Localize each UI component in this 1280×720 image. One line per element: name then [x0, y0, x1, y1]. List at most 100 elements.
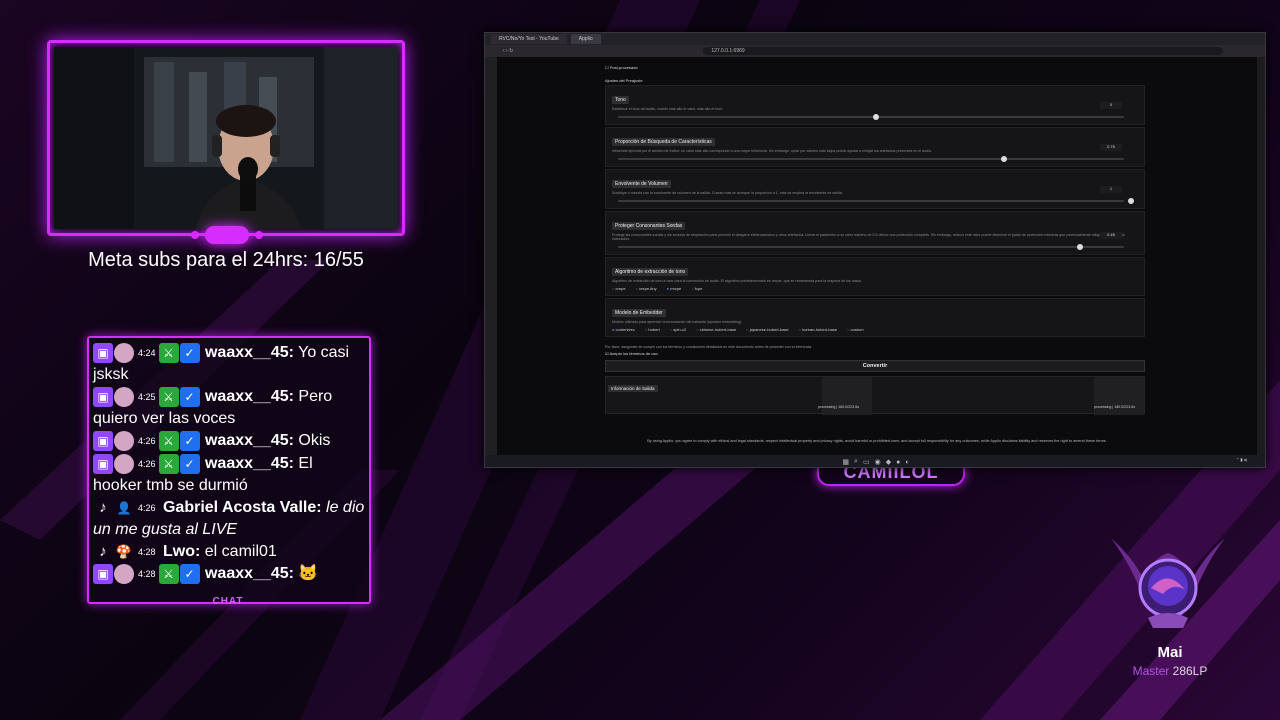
- setting-desc: Establece el tono del audio, cuanto más …: [612, 107, 724, 111]
- radio-hubert[interactable]: hubert: [645, 327, 659, 332]
- windows-taskbar: ▦ ⌕ ▭ ◉ ◆ ● ◐ ⌃ ▮ ◂): [485, 455, 1265, 467]
- mushroom-icon: 🍄: [115, 544, 133, 560]
- file-explorer-icon[interactable]: ▭: [863, 458, 870, 466]
- browser-icon[interactable]: ◉: [875, 458, 881, 466]
- rank-tier: Master 286LP: [1100, 664, 1240, 678]
- tab-bar: RVC/No/Yo Test - YouTube Applio: [485, 33, 1265, 45]
- embedder-card: Modelo de Embedder Modelo utilizado para…: [605, 298, 1145, 337]
- avatar: [114, 564, 134, 585]
- preset-label: Ajustes del Preajuste: [605, 78, 643, 83]
- slider-thumb[interactable]: [1077, 244, 1083, 250]
- player-name: Mai: [1157, 644, 1183, 661]
- terms-text: Por favor, asegúrate de cumplir con los …: [605, 345, 813, 349]
- setting-value[interactable]: 0: [1100, 102, 1122, 109]
- message-time: 4:26: [138, 502, 156, 513]
- radio-fcpe[interactable]: fcpe: [691, 286, 703, 291]
- setting-card: Proteger Consonantes Sordas Protege las c…: [605, 211, 1145, 255]
- pitch-algo-card: Algoritmo de extracción de tono Algoritm…: [605, 257, 1145, 296]
- tab-applio[interactable]: Applio: [570, 34, 601, 44]
- spotify-icon[interactable]: ●: [896, 459, 900, 466]
- league-points: 286LP: [1172, 664, 1208, 678]
- setting-value[interactable]: 0.45: [1100, 232, 1122, 239]
- message-user: waaxx__45:: [204, 454, 294, 472]
- search-icon[interactable]: ⌕: [854, 458, 858, 466]
- radio-rmvpe[interactable]: rmvpe: [667, 286, 681, 291]
- setting-desc: Influencia ejercida por el archivo de ín…: [612, 149, 932, 153]
- verified-icon: ✓: [179, 564, 200, 585]
- radio-custom[interactable]: custom: [847, 327, 864, 332]
- setting-slider[interactable]: 0: [612, 102, 1138, 120]
- radio-korean-hubert-base[interactable]: korean-hubert-base: [799, 327, 837, 332]
- person-icon: 👤: [116, 500, 132, 515]
- message-user: waaxx__45:: [204, 432, 294, 450]
- webcam-scene: [54, 47, 398, 229]
- moderator-icon: ⚔: [158, 387, 179, 408]
- processing-status-2: processing | 180.0/223.6s: [1094, 405, 1136, 409]
- message-time: 4:26: [138, 436, 156, 447]
- radio-crepe-tiny[interactable]: crepe-tiny: [636, 286, 657, 291]
- radio-spin-v2[interactable]: spin-v2: [670, 327, 686, 332]
- slider-thumb[interactable]: [873, 114, 879, 120]
- preset-settings-header[interactable]: Ajustes del Preajuste: [605, 78, 1145, 83]
- message-text: Okis: [298, 432, 331, 450]
- inference-settings: ☐ Post-procesado Ajustes del Preajuste T…: [605, 63, 1145, 415]
- processing-status-1: processing | 180.0/223.6s: [818, 405, 860, 409]
- setting-title: Proporción de Búsqueda de Característica…: [612, 138, 715, 146]
- audio-player-1[interactable]: [822, 377, 872, 415]
- setting-slider[interactable]: 0.45: [612, 232, 1138, 250]
- slider-thumb[interactable]: [1000, 156, 1007, 162]
- twitch-icon: ▣: [93, 431, 113, 452]
- avatar: [114, 387, 134, 408]
- message-time: 4:25: [138, 392, 156, 403]
- nav-buttons[interactable]: ‹ › ↻: [503, 48, 513, 54]
- setting-title: Envolvente de Volumen: [612, 180, 671, 188]
- setting-desc: Protege las consonantes sordas y los son…: [612, 233, 1125, 241]
- webcam-pill: [205, 226, 249, 244]
- browser-sidebar: [485, 57, 497, 457]
- setting-slider[interactable]: 0.75: [612, 144, 1138, 162]
- slider-track[interactable]: [618, 158, 1124, 160]
- embedder-title: Modelo de Embedder: [612, 309, 666, 317]
- message-time: 4:28: [138, 569, 156, 580]
- setting-title: Proteger Consonantes Sordas: [612, 222, 686, 230]
- slider-track[interactable]: [618, 116, 1124, 118]
- convert-button[interactable]: Convertir: [605, 360, 1145, 372]
- radio-crepe[interactable]: crepe: [612, 286, 626, 291]
- radio-chinese-hubert-base[interactable]: chinese-hubert-base: [696, 327, 736, 332]
- chat-message: ▣ 4:28 ⚔ ✓ waaxx__45: 🐱: [93, 563, 365, 585]
- message-user: waaxx__45:: [204, 388, 294, 406]
- setting-slider[interactable]: 1: [612, 186, 1138, 204]
- moderator-icon: ⚔: [158, 564, 179, 585]
- chat-label: CHAT: [212, 596, 244, 607]
- tiktok-icon: ♪: [99, 498, 107, 516]
- webcam-dot-right: [255, 231, 263, 239]
- footer-disclaimer: By using Applio, you agree to comply wit…: [647, 439, 1107, 443]
- embedder-desc: Modelo utilizado para aprender la incrus…: [612, 320, 743, 324]
- message-text: 🐱: [298, 565, 319, 583]
- radio-japanese-hubert-base[interactable]: japanese-hubert-base: [746, 327, 789, 332]
- message-user: waaxx__45:: [204, 565, 294, 583]
- discord-icon[interactable]: ◐: [905, 459, 909, 466]
- radio-contentvec[interactable]: contentvec: [612, 327, 635, 332]
- pitch-algo-desc: Algoritmo de extracción de tono a usar p…: [612, 279, 863, 283]
- slider-track[interactable]: [618, 200, 1124, 202]
- audio-player-2[interactable]: [1094, 377, 1144, 415]
- setting-value[interactable]: 1: [1100, 186, 1122, 193]
- setting-value[interactable]: 0.75: [1100, 144, 1122, 151]
- output-panel: Información de Salida processing | 180.0…: [605, 376, 1145, 415]
- tab-youtube[interactable]: RVC/No/Yo Test - YouTube: [491, 34, 567, 44]
- post-process-checkbox[interactable]: ☐ Post-procesado: [605, 65, 1145, 70]
- url-field[interactable]: 127.0.0.1:6969: [703, 47, 1224, 55]
- system-tray[interactable]: ⌃ ▮ ◂): [1236, 457, 1247, 462]
- chat-message: ♪ 👤 4:26 Gabriel Acosta Valle: le dio un m…: [93, 497, 365, 541]
- chat-panel: ▣ 4:24 ⚔ ✓ waaxx__45: Yo casi jsksk ▣ 4:25 ⚔ ✓ …: [87, 336, 371, 604]
- moderator-icon: ⚔: [158, 343, 179, 363]
- setting-card: Tono Establece el tono del audio, cuanto …: [605, 85, 1145, 125]
- slider-track[interactable]: [618, 246, 1124, 248]
- accept-terms-checkbox[interactable]: ☑ Acepto los términos de uso: [605, 351, 1145, 356]
- output-label: Información de Salida: [608, 385, 658, 392]
- slider-thumb[interactable]: [1128, 198, 1134, 204]
- start-icon[interactable]: ▦: [842, 458, 849, 466]
- message-time: 4:24: [138, 348, 156, 358]
- app-icon[interactable]: ◆: [886, 458, 891, 466]
